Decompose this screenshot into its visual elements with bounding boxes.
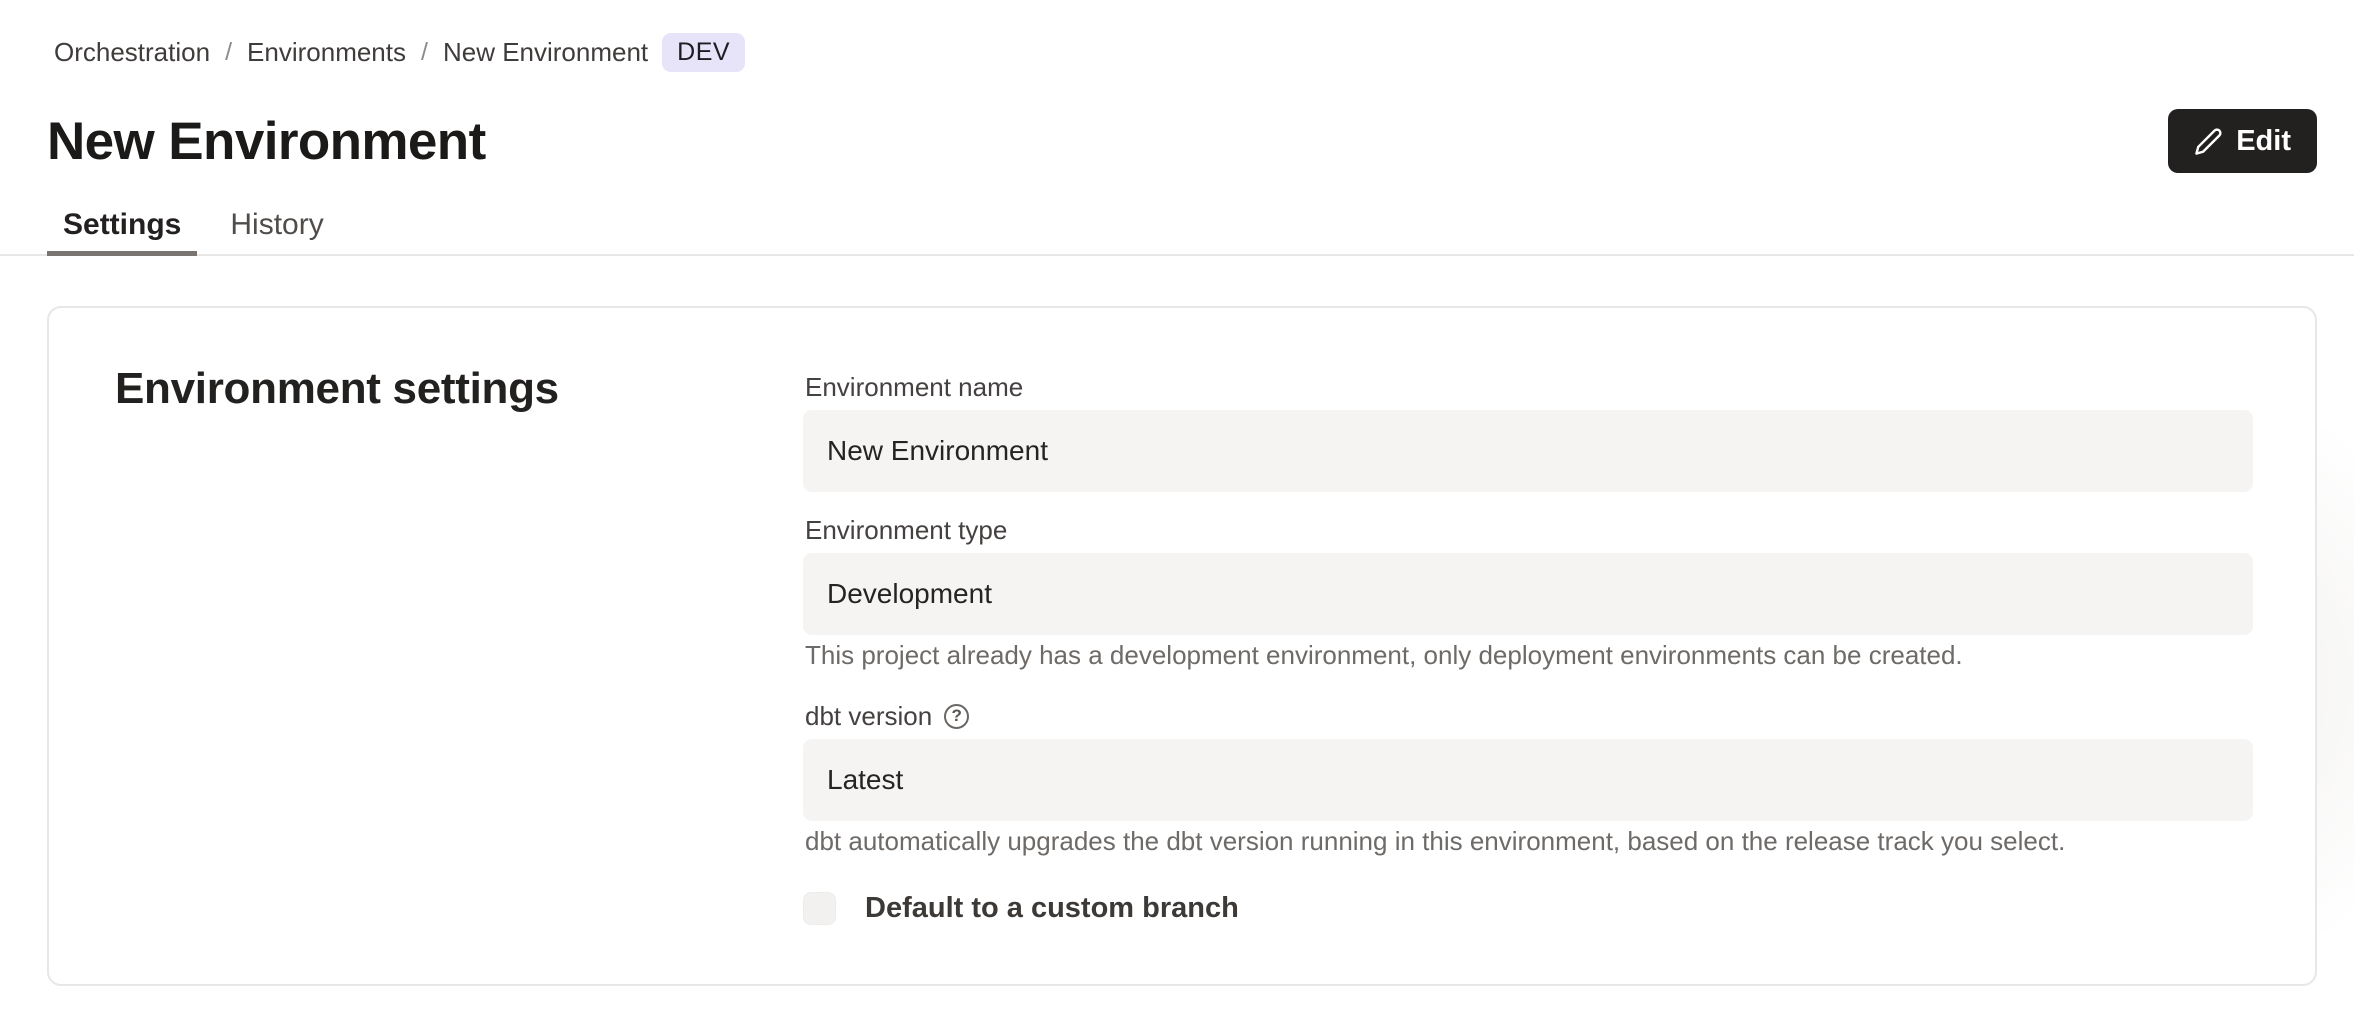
page-title: New Environment — [47, 111, 486, 172]
section-heading: Environment settings — [115, 364, 559, 414]
pencil-icon — [2194, 127, 2223, 156]
breadcrumb: Orchestration / Environments / New Envir… — [54, 33, 745, 72]
breadcrumb-separator: / — [225, 38, 232, 67]
edit-button[interactable]: Edit — [2168, 109, 2317, 173]
breadcrumb-environments[interactable]: Environments — [247, 37, 406, 68]
environment-settings-form: Environment name New Environment Environ… — [803, 370, 2253, 925]
environment-name-label: Environment name — [805, 370, 2253, 404]
environment-name-input[interactable]: New Environment — [803, 410, 2253, 492]
page-header: New Environment Edit — [47, 106, 2317, 176]
tab-history[interactable]: History — [214, 196, 339, 254]
custom-branch-row: Default to a custom branch — [803, 892, 2253, 925]
dbt-version-label-text: dbt version — [805, 699, 932, 733]
field-dbt-version: dbt version ? Latest dbt automatically u… — [803, 699, 2253, 856]
tab-settings[interactable]: Settings — [47, 196, 197, 254]
environment-dev-badge: DEV — [662, 33, 745, 72]
dbt-version-helper-text: dbt automatically upgrades the dbt versi… — [805, 826, 2253, 856]
breadcrumb-new-environment[interactable]: New Environment — [443, 37, 648, 68]
breadcrumb-separator: / — [421, 38, 428, 67]
field-environment-name: Environment name New Environment — [803, 370, 2253, 492]
help-icon[interactable]: ? — [944, 704, 969, 729]
dbt-version-label: dbt version ? — [805, 699, 2253, 733]
dbt-version-input[interactable]: Latest — [803, 739, 2253, 821]
environment-type-helper-text: This project already has a development e… — [805, 640, 2253, 670]
tab-history-label: History — [230, 208, 323, 242]
breadcrumb-orchestration[interactable]: Orchestration — [54, 37, 210, 68]
tab-bar: Settings History — [0, 196, 2354, 256]
environment-settings-card: Environment settings Environment name Ne… — [47, 306, 2317, 986]
environment-type-input[interactable]: Development — [803, 553, 2253, 635]
environment-page: Orchestration / Environments / New Envir… — [0, 0, 2354, 1020]
custom-branch-label: Default to a custom branch — [865, 892, 1239, 925]
field-environment-type: Environment type Development This projec… — [803, 513, 2253, 670]
custom-branch-checkbox[interactable] — [803, 892, 836, 925]
environment-type-label: Environment type — [805, 513, 2253, 547]
edit-button-label: Edit — [2236, 125, 2291, 158]
tab-settings-label: Settings — [63, 208, 181, 242]
